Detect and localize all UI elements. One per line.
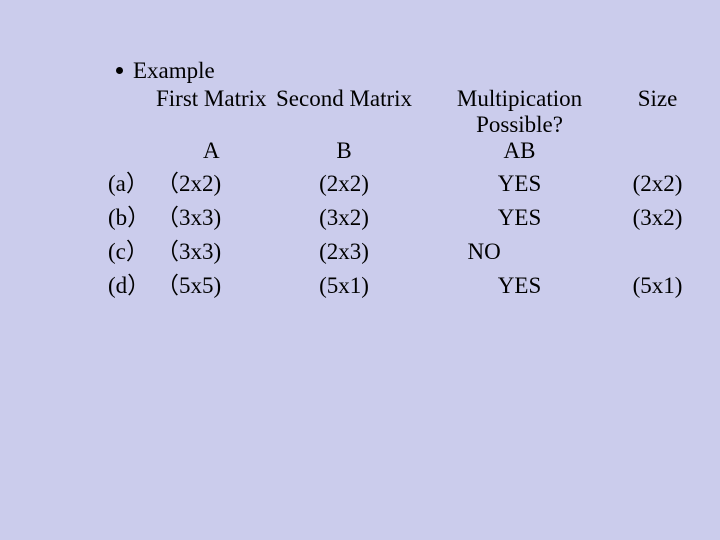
hdr-first: First Matrix [156,86,267,112]
table-row: (a） （2x2) (2x2) YES (2x2) [108,164,698,198]
row-label: (a） [108,164,156,198]
row-label: (d） [108,266,156,300]
cell-a: （3x3) [156,232,267,266]
cell-a: （5x5) [156,266,267,300]
cell-ab: YES [422,266,618,300]
cell-b: (3x2) [267,198,422,232]
cell-size [618,232,698,266]
bullet-line: Example [108,58,720,84]
cell-size: (5x1) [618,266,698,300]
header-row-3: A B AB [108,138,698,164]
hdr-second: Second Matrix [267,86,422,112]
cell-b: (2x2) [267,164,422,198]
cell-b: (5x1) [267,266,422,300]
row-label: (b） [108,198,156,232]
bullet-text: Example [133,58,215,84]
bullet-icon [116,67,123,74]
cell-size: (3x2) [618,198,698,232]
hdr-a: A [156,138,267,164]
cell-ab: YES [422,164,618,198]
hdr-b: B [267,138,422,164]
row-label: (c） [108,232,156,266]
cell-ab: NO [422,232,618,266]
cell-ab: YES [422,198,618,232]
table-row: (d） （5x5) (5x1) YES (5x1) [108,266,698,300]
cell-a: （3x3) [156,198,267,232]
hdr-mult2: Possible? [422,112,618,138]
header-row-2: Possible? [108,112,698,138]
header-row-1: First Matrix Second Matrix Multipication… [108,86,698,112]
hdr-size: Size [618,86,698,112]
table-row: (c） （3x3) (2x3) NO [108,232,698,266]
cell-size: (2x2) [618,164,698,198]
cell-b: (2x3) [267,232,422,266]
slide-content: Example First Matrix Second Matrix Multi… [0,0,720,300]
hdr-mult1: Multipication [422,86,618,112]
matrix-table: First Matrix Second Matrix Multipication… [108,86,698,300]
table-row: (b） （3x3) (3x2) YES (3x2) [108,198,698,232]
cell-a: （2x2) [156,164,267,198]
hdr-ab: AB [422,138,618,164]
